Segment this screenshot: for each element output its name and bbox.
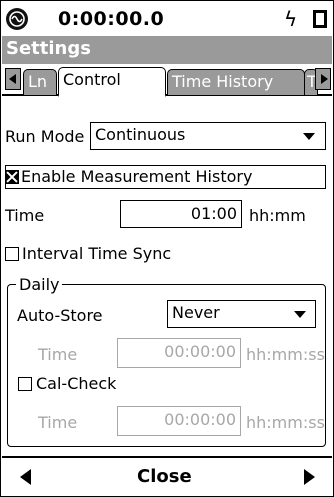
enable-history-checkbox[interactable] xyxy=(5,170,19,184)
tab-scroll-left-button[interactable] xyxy=(5,68,21,90)
cal-check-time-label: Time xyxy=(38,413,78,432)
time-label: Time xyxy=(5,206,45,225)
dropdown-arrow-icon xyxy=(294,311,306,318)
cal-check-time-unit: hh:mm:ss xyxy=(246,413,325,432)
interval-sync-label: Interval Time Sync xyxy=(22,244,172,263)
auto-store-select[interactable]: Never xyxy=(167,300,316,328)
cal-check-time-field[interactable]: 00:00:00 xyxy=(117,406,241,436)
tab-bar: Ln Time History T Control xyxy=(2,64,332,97)
device-screen: 0:00:00.0 ϟ Settings Ln Time History T C… xyxy=(0,0,334,497)
bottom-bar: Close xyxy=(2,456,332,496)
tab-scroll-right-button[interactable] xyxy=(315,68,331,90)
dropdown-arrow-icon xyxy=(303,133,315,140)
close-button[interactable]: Close xyxy=(137,466,192,487)
battery-icon xyxy=(313,10,327,28)
title-bar: Settings xyxy=(2,36,332,64)
run-mode-select[interactable]: Continuous xyxy=(90,122,326,150)
tab-time-history[interactable]: Time History xyxy=(167,69,305,95)
auto-store-time-label: Time xyxy=(38,345,78,364)
daily-group-title: Daily xyxy=(16,275,63,294)
arrow-left-icon xyxy=(9,74,16,84)
run-time-clock: 0:00:00.0 xyxy=(58,8,165,30)
tab-control[interactable]: Control xyxy=(58,67,166,97)
tab-ln[interactable]: Ln xyxy=(23,69,57,95)
arrow-right-icon xyxy=(321,74,328,84)
logo-icon xyxy=(6,8,28,30)
auto-store-label: Auto-Store xyxy=(17,306,103,325)
enable-history-label: Enable Measurement History xyxy=(21,167,253,186)
cal-check-label: Cal-Check xyxy=(36,374,117,393)
next-arrow-icon[interactable] xyxy=(304,469,315,485)
auto-store-time-unit: hh:mm:ss xyxy=(246,345,325,364)
auto-store-time-field[interactable]: 00:00:00 xyxy=(117,338,241,368)
lightning-bolt-icon: ϟ xyxy=(284,7,298,31)
status-bar: 0:00:00.0 ϟ xyxy=(2,2,332,36)
interval-sync-checkbox[interactable] xyxy=(5,247,19,261)
cal-check-checkbox[interactable] xyxy=(18,377,32,391)
time-unit: hh:mm xyxy=(249,206,306,225)
page-title: Settings xyxy=(6,38,91,59)
time-field[interactable]: 01:00 xyxy=(120,200,242,228)
run-mode-label: Run Mode xyxy=(5,127,85,146)
previous-arrow-icon[interactable] xyxy=(20,469,31,485)
